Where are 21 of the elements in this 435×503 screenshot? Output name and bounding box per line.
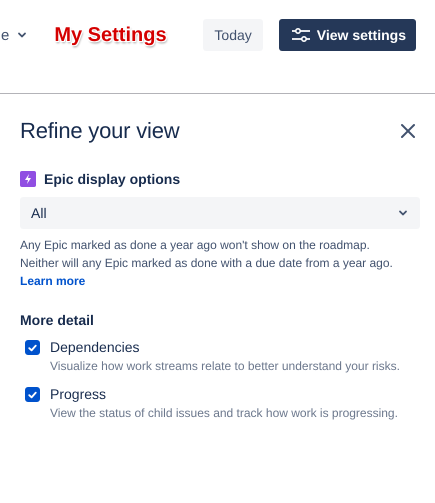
epic-select[interactable]: All (20, 197, 420, 229)
panel-title: Refine your view (20, 118, 180, 144)
help-text: Any Epic marked as done a year ago won't show on the roadmap. Neither will any Epic marked as done with a due date from a year ago. (20, 237, 394, 272)
chevron-down-icon (17, 30, 28, 40)
today-button[interactable]: Today (203, 19, 263, 51)
section-heading: More detail (20, 312, 95, 328)
view-dropdown[interactable]: e (1, 26, 28, 44)
checkbox[interactable] (25, 340, 40, 355)
checkbox[interactable] (25, 387, 40, 402)
lightning-icon (20, 171, 36, 187)
sliders-icon (290, 28, 311, 42)
chevron-down-icon (398, 208, 408, 218)
view-settings-button[interactable]: View settings (278, 19, 416, 51)
checkbox-label: Dependencies (50, 338, 141, 356)
option-description: Visualize how work streams relate to better understand your risks. (50, 358, 400, 375)
close-icon[interactable] (400, 123, 416, 139)
learn-more-link[interactable]: Learn more (20, 272, 86, 290)
option-description: View the status of child issues and track how work is progressing. (50, 405, 398, 422)
section-label: Epic display options (44, 171, 180, 187)
checkbox-label: Progress (50, 385, 108, 403)
annotation-label: My Settings (54, 24, 167, 46)
